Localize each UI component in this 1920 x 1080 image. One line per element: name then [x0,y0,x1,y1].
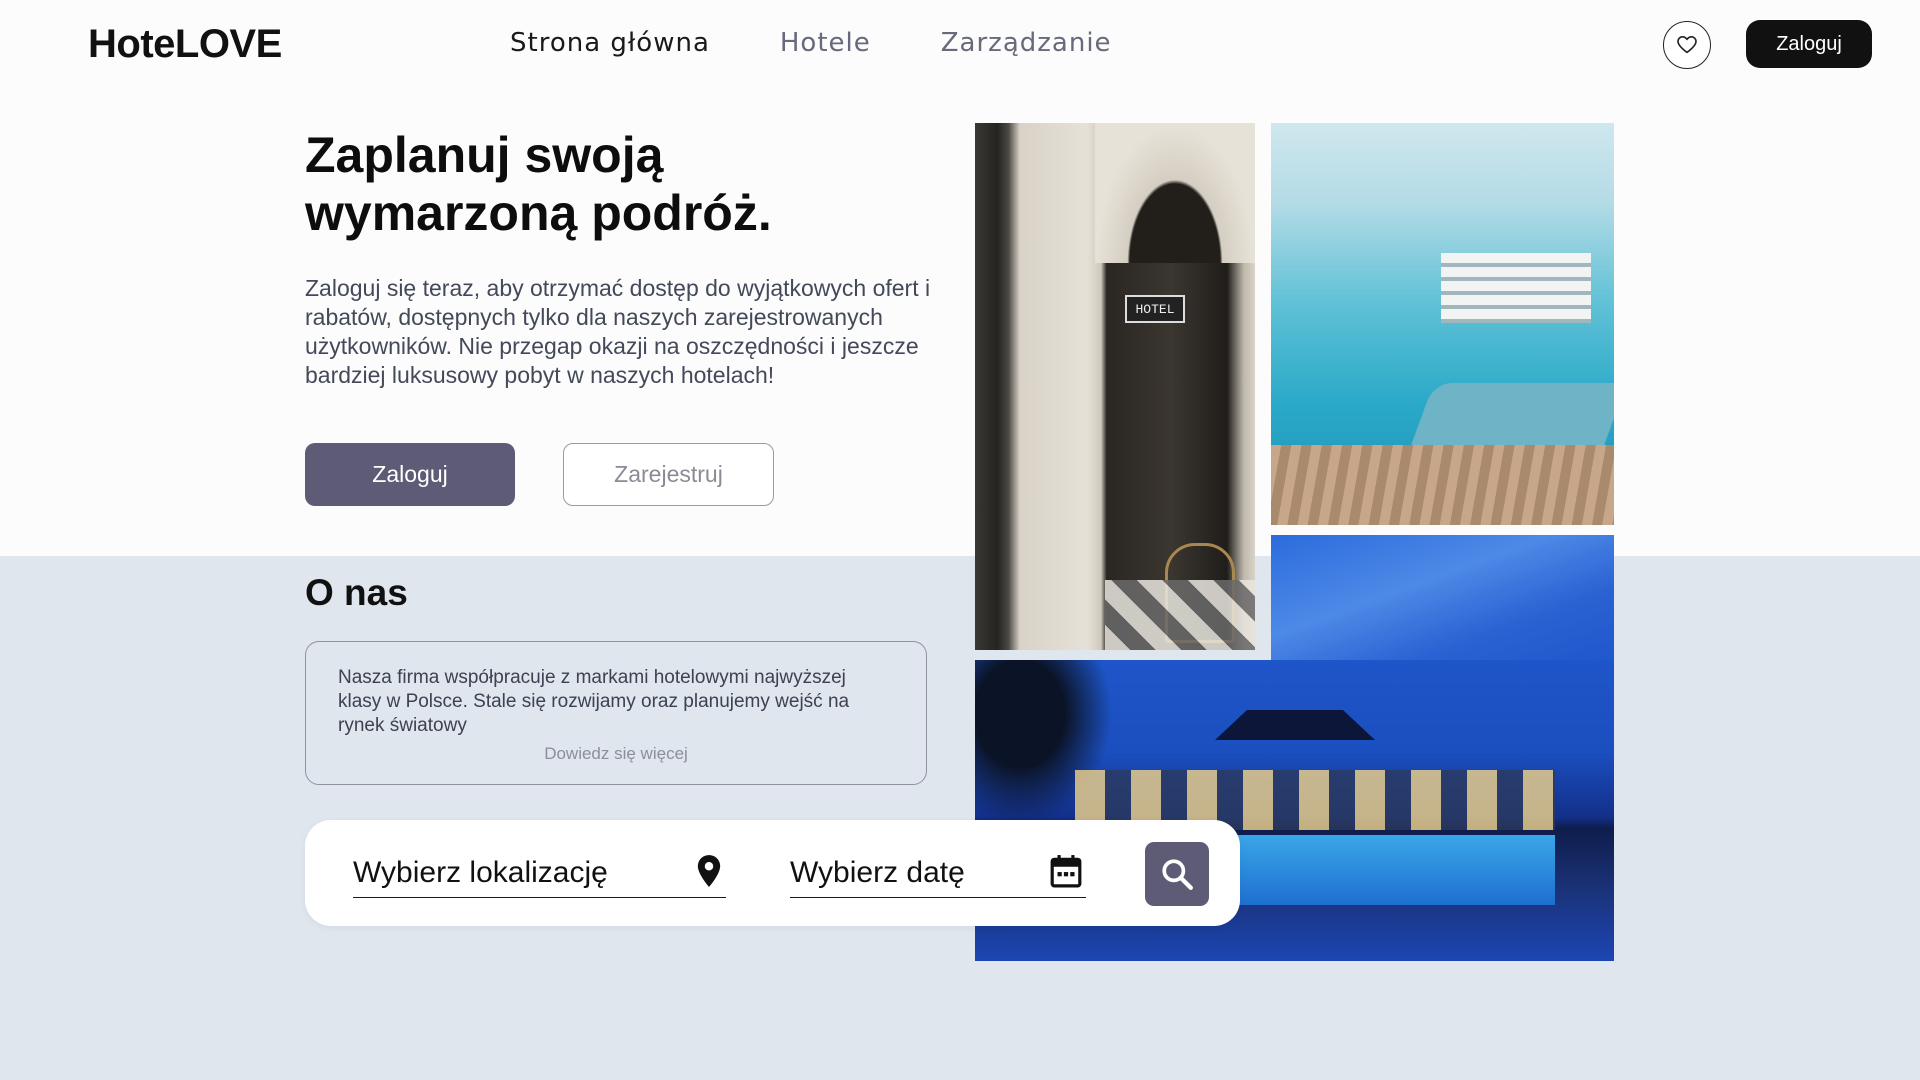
wooden-deck [1271,445,1614,525]
infinity-pool-image [1271,123,1614,525]
night-sky-image [1271,535,1614,665]
about-title: O nas [305,572,408,613]
location-select[interactable]: Wybierz lokalizację [353,848,726,898]
sun-lounger [1408,383,1614,453]
hotel-sign: HOTEL [1125,295,1185,323]
hotel-building [1441,253,1591,323]
hotel-entrance-image: HOTEL [975,123,1255,650]
search-icon [1162,859,1193,890]
checkered-floor [1105,580,1255,650]
nav-home[interactable]: Strona główna [510,28,710,58]
search-button[interactable] [1145,842,1209,906]
date-select[interactable]: Wybierz datę [790,848,1086,898]
location-pin-icon[interactable] [696,854,722,888]
header-login-button[interactable]: Zaloguj [1746,20,1872,68]
date-label: Wybierz datę [790,855,965,889]
search-bar: Wybierz lokalizację Wybierz datę [305,820,1240,926]
calendar-icon[interactable] [1050,854,1082,888]
login-button[interactable]: Zaloguj [305,443,515,506]
heart-icon [1677,36,1697,54]
arch-decoration [1095,123,1255,263]
hero-title: Zaplanuj swoją wymarzoną podróż. [305,127,772,241]
hero-background [0,0,1920,556]
hero-description: Zaloguj się teraz, aby otrzymać dostęp d… [305,275,931,388]
resort-roof [1215,710,1375,740]
learn-more-link[interactable]: Dowiedz się więcej [338,744,894,764]
about-card: Nasza firma współpracuje z markami hotel… [305,641,927,785]
favorites-button[interactable] [1663,21,1711,69]
about-text: Nasza firma współpracuje z markami hotel… [338,667,850,736]
main-nav: Strona główna Hotele Zarządzanie [510,28,1112,58]
logo[interactable]: HoteLOVE [88,22,282,67]
location-label: Wybierz lokalizację [353,855,608,889]
nav-management[interactable]: Zarządzanie [941,28,1112,58]
register-button[interactable]: Zarejestruj [563,443,774,506]
nav-hotels[interactable]: Hotele [780,28,871,58]
